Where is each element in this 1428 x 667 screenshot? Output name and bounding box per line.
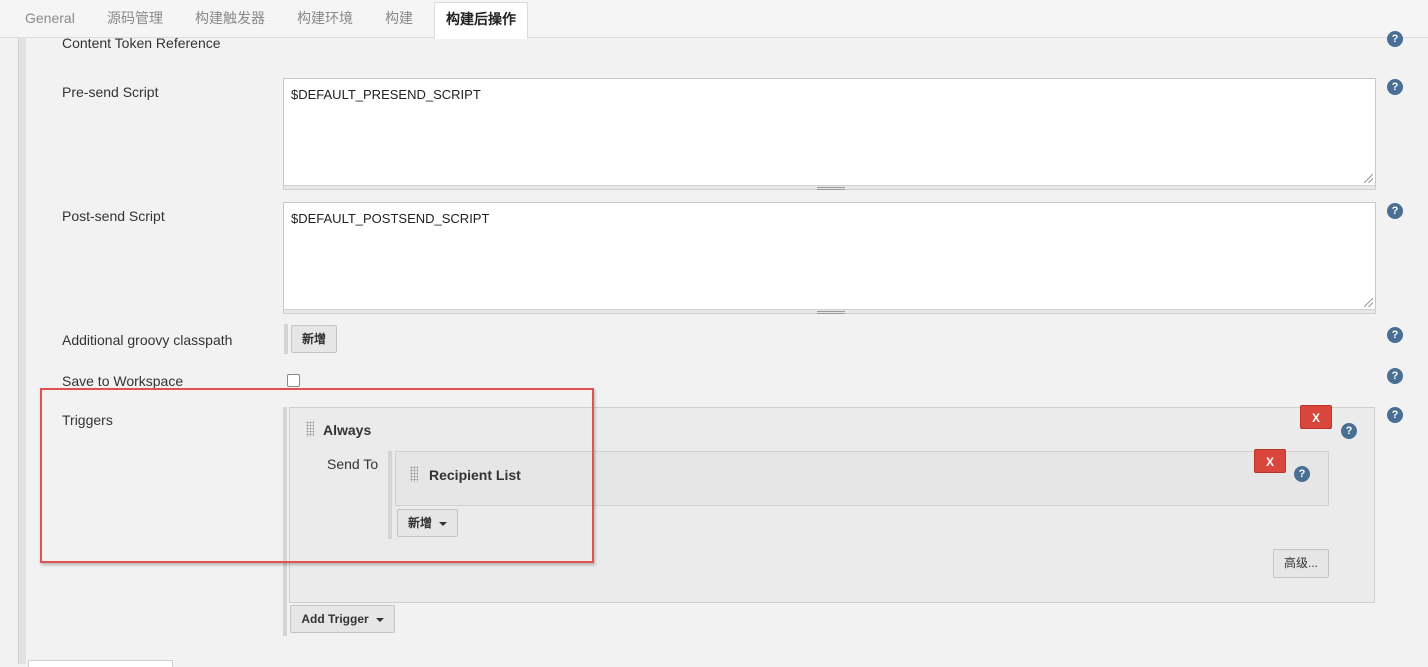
presend-script-textarea[interactable]: $DEFAULT_PRESEND_SCRIPT — [283, 78, 1376, 186]
tab-build-environment[interactable]: 构建环境 — [297, 0, 353, 37]
recipient-help-icon[interactable]: ? — [1294, 466, 1310, 482]
delete-recipient-button[interactable]: X — [1254, 449, 1286, 473]
content-token-help-icon[interactable]: ? — [1387, 31, 1403, 47]
save-workspace-checkbox[interactable] — [287, 374, 300, 387]
presend-resize-handle[interactable] — [283, 185, 1376, 190]
tab-bar: General 源码管理 构建触发器 构建环境 构建 构建后操作 — [0, 0, 1428, 39]
groovy-help-icon[interactable]: ? — [1387, 327, 1403, 343]
caret-down-icon — [375, 617, 384, 622]
content-token-label: Content Token Reference — [62, 35, 221, 51]
postsend-script-value: $DEFAULT_POSTSEND_SCRIPT — [291, 211, 490, 226]
groovy-classpath-label: Additional groovy classpath — [62, 332, 233, 348]
highlight-frame — [40, 388, 594, 563]
presend-script-label: Pre-send Script — [62, 84, 159, 100]
resize-grip-icon[interactable] — [1364, 174, 1373, 183]
add-trigger-dropdown[interactable]: Add Trigger — [290, 605, 395, 633]
tab-build[interactable]: 构建 — [385, 0, 413, 37]
tab-general[interactable]: General — [25, 0, 75, 37]
tab-source-control[interactable]: 源码管理 — [107, 0, 163, 37]
postsend-script-label: Post-send Script — [62, 208, 165, 224]
groovy-classpath-bar — [284, 324, 288, 354]
section-rail — [18, 37, 26, 664]
resize-grip-icon[interactable] — [1364, 298, 1373, 307]
presend-script-value: $DEFAULT_PRESEND_SCRIPT — [291, 87, 481, 102]
trigger-help-icon[interactable]: ? — [1341, 423, 1357, 439]
save-workspace-help-icon[interactable]: ? — [1387, 368, 1403, 384]
triggers-help-icon[interactable]: ? — [1387, 407, 1403, 423]
tab-post-build-actions[interactable]: 构建后操作 — [434, 2, 528, 39]
postsend-help-icon[interactable]: ? — [1387, 203, 1403, 219]
postsend-script-textarea[interactable]: $DEFAULT_POSTSEND_SCRIPT — [283, 202, 1376, 310]
delete-trigger-button[interactable]: X — [1300, 405, 1332, 429]
groovy-add-button[interactable]: 新增 — [291, 325, 337, 353]
tab-build-triggers[interactable]: 构建触发器 — [195, 0, 265, 37]
save-workspace-label: Save to Workspace — [62, 373, 184, 389]
presend-help-icon[interactable]: ? — [1387, 79, 1403, 95]
add-trigger-label: Add Trigger — [301, 612, 369, 626]
postsend-resize-handle[interactable] — [283, 309, 1376, 314]
advanced-button[interactable]: 高级... — [1273, 549, 1329, 578]
